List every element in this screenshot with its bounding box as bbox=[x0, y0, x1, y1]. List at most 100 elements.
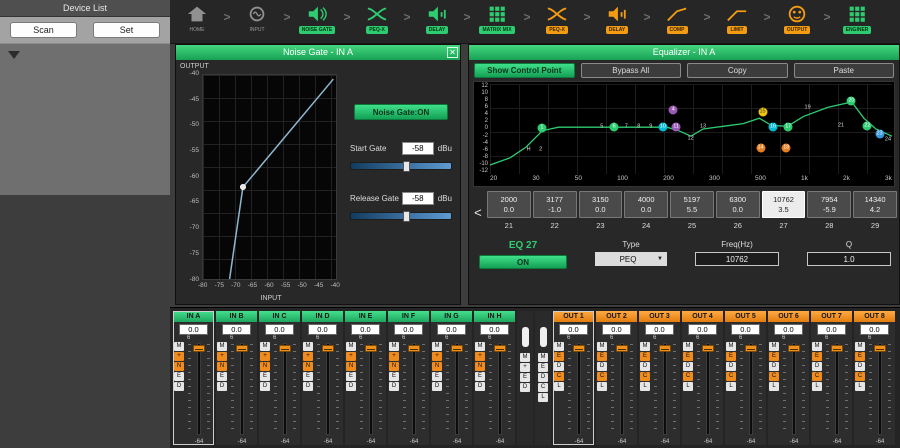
fader-handle-in-f[interactable] bbox=[408, 345, 420, 352]
eq-band-23[interactable]: 31500.023 bbox=[579, 191, 623, 230]
channel-btn-m-in-c[interactable]: M bbox=[260, 342, 270, 351]
chain-item-noise-gate[interactable]: NOISE GATE bbox=[292, 3, 342, 34]
fader-handle-in-b[interactable] bbox=[236, 345, 248, 352]
channel-btn-l-out-5[interactable]: L bbox=[726, 382, 736, 391]
channel-btn-plus-master-in[interactable]: + bbox=[520, 363, 530, 372]
eq-point-2[interactable]: 2 bbox=[536, 145, 545, 154]
channel-btn-e-master-in[interactable]: E bbox=[520, 373, 530, 382]
start-gate-slider[interactable] bbox=[350, 162, 452, 170]
channel-gain-value-in-a[interactable]: 0.0 bbox=[179, 324, 208, 335]
channel-label-in-b[interactable]: IN B bbox=[216, 311, 257, 322]
channel-btn-c-out-4[interactable]: C bbox=[683, 372, 693, 381]
channel-btn-l-out-2[interactable]: L bbox=[597, 382, 607, 391]
eq-point-19[interactable]: 19 bbox=[803, 104, 812, 113]
fader-track[interactable] bbox=[197, 343, 201, 435]
channel-gain-value-out-8[interactable]: 0.0 bbox=[860, 324, 889, 335]
channel-btn-e-in-g[interactable]: E bbox=[432, 372, 442, 381]
gate-plot-area[interactable] bbox=[202, 74, 337, 280]
fader-handle-in-a[interactable] bbox=[193, 345, 205, 352]
start-gate-slider-handle[interactable] bbox=[403, 161, 410, 172]
eq-point-7[interactable]: 7 bbox=[622, 123, 631, 132]
channel-gain-value-out-2[interactable]: 0.0 bbox=[602, 324, 631, 335]
channel-btn-d-out-8[interactable]: D bbox=[855, 362, 865, 371]
fader-handle-out-4[interactable] bbox=[702, 345, 714, 352]
fader-track[interactable] bbox=[620, 343, 624, 435]
fader-track[interactable] bbox=[878, 343, 882, 435]
channel-btn-plus-in-h[interactable]: + bbox=[475, 352, 485, 361]
channel-gain-value-in-e[interactable]: 0.0 bbox=[351, 324, 380, 335]
fader-track[interactable] bbox=[369, 343, 373, 435]
channel-btn-plus-in-d[interactable]: + bbox=[303, 352, 313, 361]
eq-band-27[interactable]: 107623.527 bbox=[762, 191, 806, 230]
channel-btn-m-out-5[interactable]: M bbox=[726, 342, 736, 351]
channel-btn-e-out-5[interactable]: E bbox=[726, 352, 736, 361]
chain-item-input[interactable]: INPUT bbox=[232, 3, 282, 34]
channel-btn-e-in-h[interactable]: E bbox=[475, 372, 485, 381]
fader-track[interactable] bbox=[326, 343, 330, 435]
channel-btn-plus-in-a[interactable]: + bbox=[174, 352, 184, 361]
fader-track[interactable] bbox=[792, 343, 796, 435]
channel-label-in-h[interactable]: IN H bbox=[474, 311, 515, 322]
channel-btn-d-in-f[interactable]: D bbox=[389, 382, 399, 391]
channel-label-in-a[interactable]: IN A bbox=[173, 311, 214, 322]
channel-btn-d-out-4[interactable]: D bbox=[683, 362, 693, 371]
fader-track[interactable] bbox=[577, 343, 581, 435]
channel-btn-c-out-7[interactable]: C bbox=[812, 372, 822, 381]
channel-btn-n-in-h[interactable]: N bbox=[475, 362, 485, 371]
channel-btn-e-out-8[interactable]: E bbox=[855, 352, 865, 361]
fader-track[interactable] bbox=[240, 343, 244, 435]
channel-btn-m-master-in[interactable]: M bbox=[520, 353, 530, 362]
channel-label-out-8[interactable]: OUT 8 bbox=[854, 311, 895, 322]
link-indicator[interactable] bbox=[522, 327, 529, 347]
channel-btn-m-out-4[interactable]: M bbox=[683, 342, 693, 351]
channel-btn-m-out-2[interactable]: M bbox=[597, 342, 607, 351]
channel-btn-m-in-f[interactable]: M bbox=[389, 342, 399, 351]
bands-scroll-left-icon[interactable]: < bbox=[471, 191, 485, 233]
fader-out-7[interactable]: 6-64 bbox=[823, 336, 851, 444]
channel-btn-e-in-c[interactable]: E bbox=[260, 372, 270, 381]
channel-btn-plus-in-e[interactable]: + bbox=[346, 352, 356, 361]
show-control-point-button[interactable]: Show Control Point bbox=[474, 63, 575, 78]
channel-btn-d-in-e[interactable]: D bbox=[346, 382, 356, 391]
fader-handle-in-h[interactable] bbox=[494, 345, 506, 352]
channel-gain-value-out-7[interactable]: 0.0 bbox=[817, 324, 846, 335]
channel-btn-c-out-2[interactable]: C bbox=[597, 372, 607, 381]
channel-btn-m-in-b[interactable]: M bbox=[217, 342, 227, 351]
channel-gain-value-out-6[interactable]: 0.0 bbox=[774, 324, 803, 335]
channel-gain-value-out-1[interactable]: 0.0 bbox=[559, 324, 588, 335]
channel-label-out-6[interactable]: OUT 6 bbox=[768, 311, 809, 322]
eq-point-14[interactable]: 14 bbox=[756, 143, 765, 152]
channel-label-in-d[interactable]: IN D bbox=[302, 311, 343, 322]
channel-btn-plus-in-b[interactable]: + bbox=[217, 352, 227, 361]
eq-curve-graph[interactable]: 121086420-2-4-6-8-10-12 1H25678910114121… bbox=[473, 81, 895, 187]
fader-track[interactable] bbox=[283, 343, 287, 435]
fader-handle-out-8[interactable] bbox=[874, 345, 886, 352]
channel-label-in-e[interactable]: IN E bbox=[345, 311, 386, 322]
channel-btn-plus-in-c[interactable]: + bbox=[260, 352, 270, 361]
channel-btn-e-out-4[interactable]: E bbox=[683, 352, 693, 361]
chain-item-peq-x[interactable]: PEQ-X bbox=[352, 3, 402, 34]
eq-point-17[interactable]: 17 bbox=[784, 123, 793, 132]
eq-point-9[interactable]: 9 bbox=[646, 123, 655, 132]
fader-in-a[interactable]: 6-64 bbox=[185, 336, 213, 444]
fader-handle-out-1[interactable] bbox=[573, 345, 585, 352]
channel-btn-m-in-a[interactable]: M bbox=[174, 342, 184, 351]
fader-in-d[interactable]: 6-64 bbox=[314, 336, 342, 444]
fader-in-b[interactable]: 6-64 bbox=[228, 336, 256, 444]
channel-gain-value-in-g[interactable]: 0.0 bbox=[437, 324, 466, 335]
channel-btn-n-in-f[interactable]: N bbox=[389, 362, 399, 371]
paste-button[interactable]: Paste bbox=[794, 63, 895, 78]
fader-out-8[interactable]: 6-64 bbox=[866, 336, 894, 444]
fader-handle-in-e[interactable] bbox=[365, 345, 377, 352]
fader-out-4[interactable]: 6-64 bbox=[694, 336, 722, 444]
chain-item-matrix-mix[interactable]: MATRIX MIX bbox=[472, 3, 522, 34]
channel-btn-d-out-2[interactable]: D bbox=[597, 362, 607, 371]
eq-point-H[interactable]: H bbox=[524, 145, 533, 154]
channel-gain-value-out-4[interactable]: 0.0 bbox=[688, 324, 717, 335]
eq-point-13[interactable]: 13 bbox=[699, 123, 708, 132]
channel-label-out-1[interactable]: OUT 1 bbox=[553, 311, 594, 322]
fader-track[interactable] bbox=[663, 343, 667, 435]
set-button[interactable]: Set bbox=[93, 22, 160, 38]
channel-btn-m-in-h[interactable]: M bbox=[475, 342, 485, 351]
fader-out-2[interactable]: 6-64 bbox=[608, 336, 636, 444]
